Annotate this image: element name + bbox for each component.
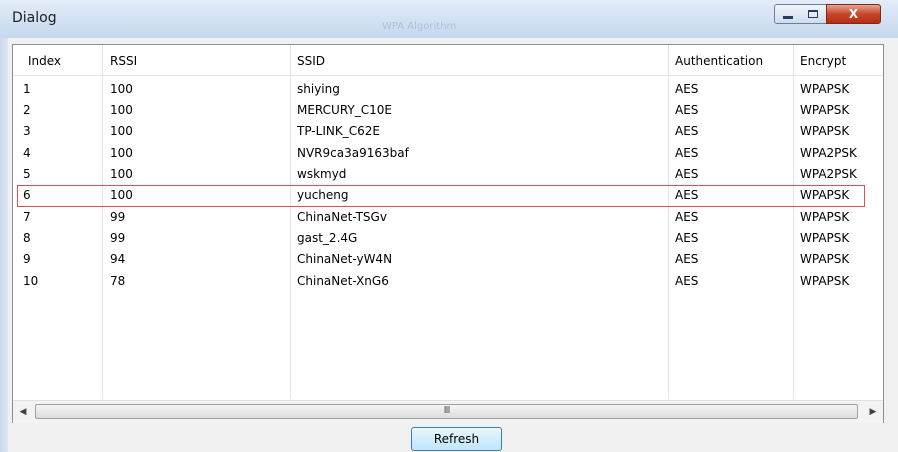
- cell-rssi: 100: [110, 188, 133, 202]
- cell-index: 5: [23, 167, 31, 181]
- cell-index: 4: [23, 146, 31, 160]
- cell-ssid: ChinaNet-yW4N: [297, 252, 393, 266]
- cell-encrypt: WPAPSK: [800, 252, 850, 266]
- cell-ssid: yucheng: [297, 188, 349, 202]
- cell-rssi: 99: [110, 231, 126, 245]
- cell-encrypt: WPAPSK: [800, 82, 850, 96]
- horizontal-scrollbar[interactable]: ◀ III ▶: [13, 400, 883, 423]
- dialog-window: Dialog WPA Algorithm X Index RSSI SSID A…: [0, 0, 898, 452]
- cell-authentication: AES: [675, 231, 699, 245]
- table-row[interactable]: 2 100 MERCURY_C10E AES WPAPSK: [13, 100, 883, 121]
- cell-rssi: 99: [110, 210, 126, 224]
- cell-authentication: AES: [675, 188, 699, 202]
- cell-ssid: MERCURY_C10E: [297, 103, 392, 117]
- cell-rssi: 100: [110, 146, 133, 160]
- title-bar[interactable]: Dialog WPA Algorithm X: [0, 0, 898, 38]
- column-header-ssid[interactable]: SSID: [297, 54, 325, 68]
- cell-index: 6: [23, 188, 31, 202]
- cell-ssid: ChinaNet-TSGv: [297, 210, 387, 224]
- minimize-button[interactable]: [774, 4, 801, 24]
- cell-index: 1: [23, 82, 31, 96]
- minimize-icon: [783, 16, 793, 19]
- cell-authentication: AES: [675, 124, 699, 138]
- cell-index: 2: [23, 103, 31, 117]
- cell-index: 3: [23, 124, 31, 138]
- close-button[interactable]: X: [826, 4, 881, 24]
- cell-authentication: AES: [675, 252, 699, 266]
- column-header-authentication[interactable]: Authentication: [675, 54, 763, 68]
- table-row[interactable]: 4 100 NVR9ca3a9163baf AES WPA2PSK: [13, 143, 883, 164]
- cell-authentication: AES: [675, 210, 699, 224]
- network-list-view[interactable]: Index RSSI SSID Authentication Encrypt 1…: [12, 44, 884, 423]
- column-header-encrypt[interactable]: Encrypt: [800, 54, 846, 68]
- cell-index: 9: [23, 252, 31, 266]
- scroll-left-icon[interactable]: ◀: [13, 401, 33, 423]
- cell-index: 10: [23, 274, 39, 288]
- cell-encrypt: WPAPSK: [800, 210, 850, 224]
- faded-title-text: WPA Algorithm: [382, 21, 457, 32]
- cell-ssid: wskmyd: [297, 167, 347, 181]
- scrollbar-thumb[interactable]: III: [35, 404, 858, 419]
- table-row[interactable]: 3 100 TP-LINK_C62E AES WPAPSK: [13, 121, 883, 142]
- scrollbar-grip-icon: III: [443, 405, 451, 416]
- table-row[interactable]: 1 100 shiying AES WPAPSK: [13, 79, 883, 100]
- cell-ssid: NVR9ca3a9163baf: [297, 146, 409, 160]
- column-header-index[interactable]: Index: [28, 54, 61, 68]
- cell-ssid: shiying: [297, 82, 340, 96]
- cell-index: 7: [23, 210, 31, 224]
- cell-encrypt: WPAPSK: [800, 188, 850, 202]
- cell-rssi: 100: [110, 82, 133, 96]
- cell-encrypt: WPAPSK: [800, 103, 850, 117]
- cell-authentication: AES: [675, 167, 699, 181]
- cell-authentication: AES: [675, 146, 699, 160]
- table-row[interactable]: 6 100 yucheng AES WPAPSK: [13, 185, 883, 206]
- table-header: Index RSSI SSID Authentication Encrypt: [13, 45, 883, 76]
- cell-ssid: ChinaNet-XnG6: [297, 274, 389, 288]
- cell-authentication: AES: [675, 103, 699, 117]
- maximize-button[interactable]: [800, 4, 827, 24]
- cell-ssid: gast_2.4G: [297, 231, 358, 245]
- cell-authentication: AES: [675, 82, 699, 96]
- cell-rssi: 100: [110, 124, 133, 138]
- table-row[interactable]: 5 100 wskmyd AES WPA2PSK: [13, 164, 883, 185]
- cell-rssi: 78: [110, 274, 126, 288]
- table-row[interactable]: 10 78 ChinaNet-XnG6 AES WPAPSK: [13, 271, 883, 292]
- cell-rssi: 100: [110, 167, 133, 181]
- cell-index: 8: [23, 231, 31, 245]
- cell-encrypt: WPAPSK: [800, 274, 850, 288]
- column-header-rssi[interactable]: RSSI: [110, 54, 137, 68]
- window-title: Dialog: [12, 10, 57, 26]
- cell-ssid: TP-LINK_C62E: [297, 124, 380, 138]
- table-row[interactable]: 9 94 ChinaNet-yW4N AES WPAPSK: [13, 249, 883, 270]
- scroll-right-icon[interactable]: ▶: [863, 401, 883, 423]
- table-row[interactable]: 7 99 ChinaNet-TSGv AES WPAPSK: [13, 207, 883, 228]
- cell-encrypt: WPAPSK: [800, 124, 850, 138]
- close-icon: X: [848, 7, 859, 21]
- maximize-icon: [808, 10, 818, 18]
- window-left-edge: [0, 0, 8, 452]
- cell-encrypt: WPAPSK: [800, 231, 850, 245]
- cell-encrypt: WPA2PSK: [800, 146, 857, 160]
- table-row[interactable]: 8 99 gast_2.4G AES WPAPSK: [13, 228, 883, 249]
- cell-rssi: 100: [110, 103, 133, 117]
- cell-rssi: 94: [110, 252, 126, 266]
- cell-encrypt: WPA2PSK: [800, 167, 857, 181]
- refresh-button[interactable]: Refresh: [411, 427, 502, 451]
- cell-authentication: AES: [675, 274, 699, 288]
